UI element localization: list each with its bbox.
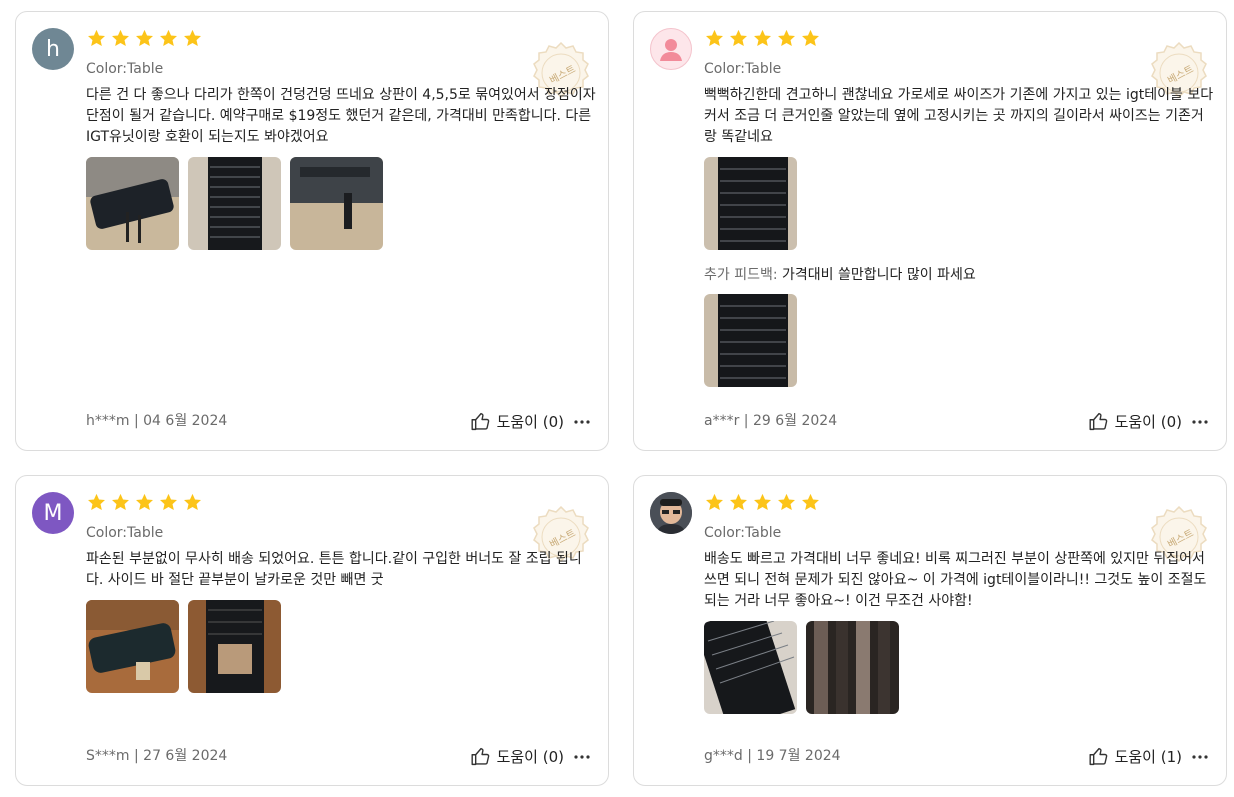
- more-options-icon[interactable]: [574, 419, 590, 425]
- star-icon: [110, 492, 131, 513]
- star-icon: [134, 28, 155, 49]
- star-icon: [86, 28, 107, 49]
- product-variant: Color:Table: [704, 61, 782, 77]
- product-variant: Color:Table: [86, 61, 164, 77]
- review-meta: h***m | 04 6월 2024: [86, 413, 228, 429]
- star-icon: [776, 28, 797, 49]
- followup-photos: [704, 294, 797, 387]
- more-options-icon[interactable]: [1192, 419, 1208, 425]
- review-card: 베스트 Color:Table 뻑뻑하긴한데 견고하니 괜찮네요 가로세로 싸이…: [633, 11, 1227, 451]
- star-icon: [704, 492, 725, 513]
- review-date: 19 7월 2024: [756, 748, 841, 764]
- additional-feedback-label: 추가 피드백:: [704, 267, 778, 283]
- review-photo[interactable]: [704, 157, 797, 250]
- author-name: a***r: [704, 413, 740, 429]
- review-card: 베스트 Color:Table 배송도 빠르고 가격대비 너무 좋네요! 비록 …: [633, 475, 1227, 786]
- review-photo[interactable]: [290, 157, 383, 250]
- author-name: g***d: [704, 748, 743, 764]
- review-photo[interactable]: [188, 600, 281, 693]
- star-icon: [752, 28, 773, 49]
- star-icon: [800, 28, 821, 49]
- review-actions: 도움이 (0): [470, 746, 590, 767]
- thumbs-up-icon[interactable]: [470, 411, 491, 432]
- review-photos: [86, 157, 383, 250]
- star-icon: [800, 492, 821, 513]
- star-icon: [728, 492, 749, 513]
- star-icon: [158, 492, 179, 513]
- review-photo[interactable]: [188, 157, 281, 250]
- product-variant: Color:Table: [704, 525, 782, 541]
- thumbs-up-icon[interactable]: [1088, 411, 1109, 432]
- review-actions: 도움이 (0): [470, 411, 590, 432]
- rating-stars: [704, 492, 821, 513]
- review-meta: a***r | 29 6월 2024: [704, 413, 838, 429]
- rating-stars: [86, 28, 203, 49]
- helpful-button[interactable]: 도움이 (1): [1115, 746, 1182, 767]
- review-meta: g***d | 19 7월 2024: [704, 748, 841, 764]
- more-options-icon[interactable]: [574, 754, 590, 760]
- review-photo[interactable]: [86, 157, 179, 250]
- review-actions: 도움이 (0): [1088, 411, 1208, 432]
- review-card: h 베스트 Color:Table 다른 건 다 좋으나 다리가 한쪽이 건덩건…: [15, 11, 609, 451]
- review-text: 배송도 빠르고 가격대비 너무 좋네요! 비록 찌그러진 부분이 상판쪽에 있지…: [704, 551, 1207, 609]
- avatar: [650, 492, 692, 534]
- rating-stars: [704, 28, 821, 49]
- review-photos: [704, 621, 899, 714]
- star-icon: [158, 28, 179, 49]
- additional-feedback-text: 가격대비 쓸만합니다 많이 파세요: [782, 267, 976, 283]
- avatar-letter: h: [46, 36, 60, 62]
- helpful-button[interactable]: 도움이 (0): [1115, 411, 1182, 432]
- avatar-letter: M: [43, 500, 63, 526]
- product-variant: Color:Table: [86, 525, 164, 541]
- avatar: [650, 28, 692, 70]
- star-icon: [110, 28, 131, 49]
- thumbs-up-icon[interactable]: [1088, 746, 1109, 767]
- review-text: 다른 건 다 좋으나 다리가 한쪽이 건덩건덩 뜨네요 상판이 4,5,5로 묶…: [86, 87, 596, 145]
- additional-feedback: 추가 피드백: 가격대비 쓸만합니다 많이 파세요: [704, 264, 976, 284]
- review-photo[interactable]: [704, 294, 797, 387]
- review-photos: [86, 600, 281, 693]
- thumbs-up-icon[interactable]: [470, 746, 491, 767]
- review-photos: [704, 157, 797, 250]
- star-icon: [728, 28, 749, 49]
- star-icon: [134, 492, 155, 513]
- star-icon: [182, 492, 203, 513]
- rating-stars: [86, 492, 203, 513]
- avatar: M: [32, 492, 74, 534]
- review-photo[interactable]: [704, 621, 797, 714]
- default-user-icon: [660, 39, 682, 61]
- avatar: h: [32, 28, 74, 70]
- helpful-button[interactable]: 도움이 (0): [497, 411, 564, 432]
- star-icon: [86, 492, 107, 513]
- star-icon: [776, 492, 797, 513]
- review-photo[interactable]: [806, 621, 899, 714]
- star-icon: [182, 28, 203, 49]
- review-date: 04 6월 2024: [143, 413, 228, 429]
- review-text: 파손된 부분없이 무사히 배송 되었어요. 튼튼 합니다.같이 구입한 버너도 …: [86, 551, 582, 588]
- user-photo-avatar: [650, 492, 692, 534]
- review-actions: 도움이 (1): [1088, 746, 1208, 767]
- review-photo[interactable]: [86, 600, 179, 693]
- review-date: 27 6월 2024: [143, 748, 228, 764]
- more-options-icon[interactable]: [1192, 754, 1208, 760]
- star-icon: [752, 492, 773, 513]
- author-name: h***m: [86, 413, 130, 429]
- review-date: 29 6월 2024: [752, 413, 838, 429]
- star-icon: [704, 28, 725, 49]
- review-meta: S***m | 27 6월 2024: [86, 748, 228, 764]
- review-card: M 베스트 Color:Table 파손된 부분없이 무사히 배송 되었어요. …: [15, 475, 609, 786]
- helpful-button[interactable]: 도움이 (0): [497, 746, 564, 767]
- author-name: S***m: [86, 748, 130, 764]
- review-text: 뻑뻑하긴한데 견고하니 괜찮네요 가로세로 싸이즈가 기존에 가지고 있는 ig…: [704, 87, 1214, 145]
